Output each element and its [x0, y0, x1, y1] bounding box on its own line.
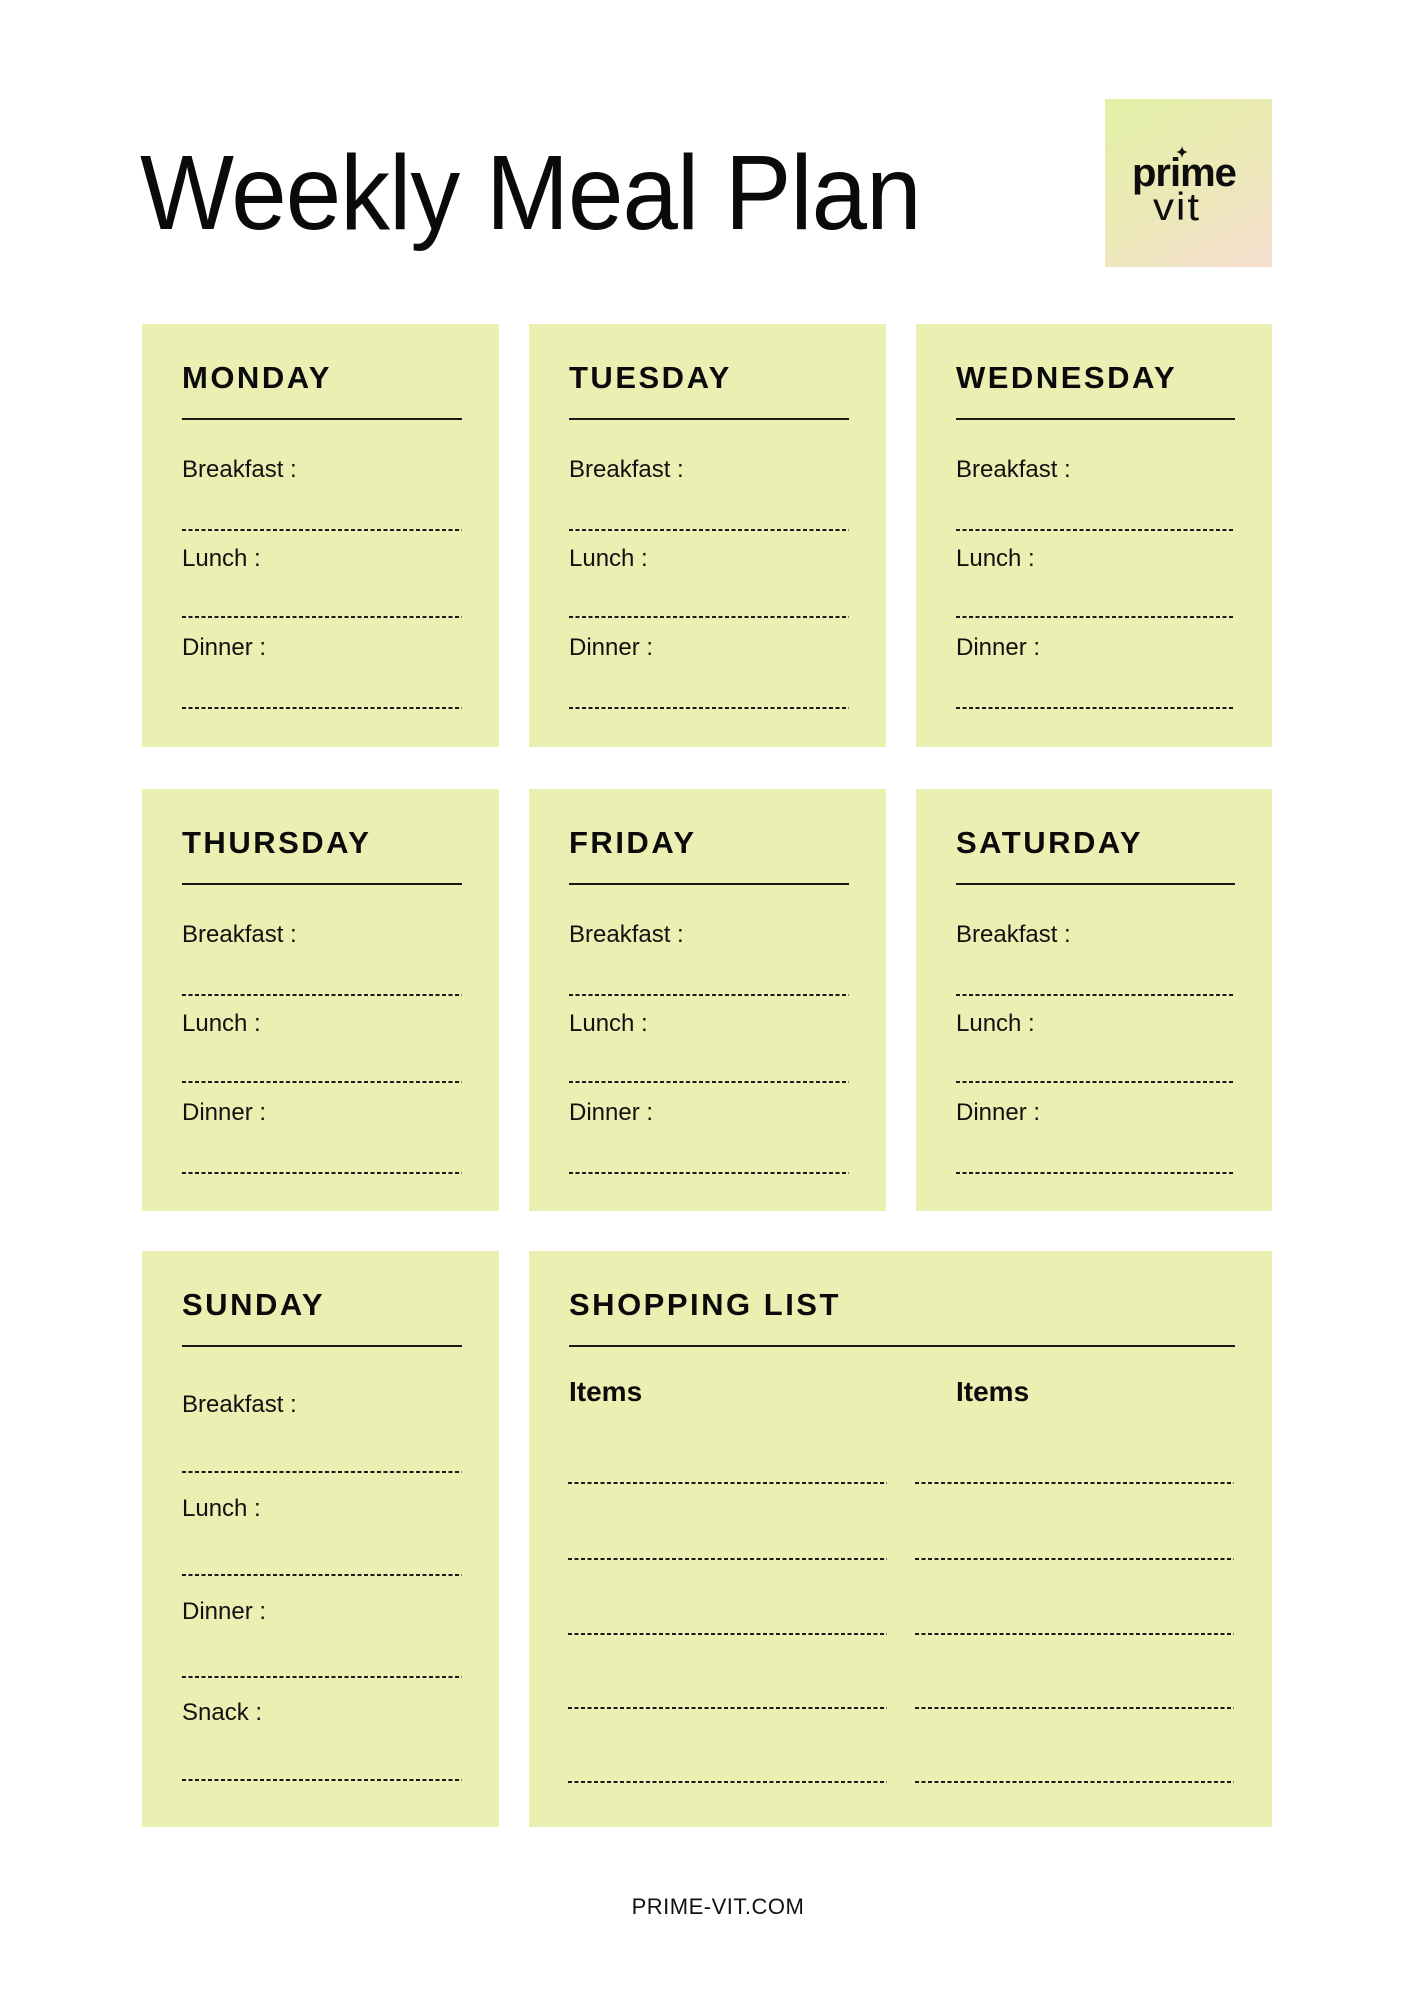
day-card-thursday: THURSDAY Breakfast : Lunch : Dinner : — [142, 789, 499, 1211]
lunch-entry-line[interactable] — [569, 616, 849, 618]
shopping-item-line[interactable] — [568, 1633, 887, 1635]
breakfast-entry-line[interactable] — [182, 1471, 462, 1473]
page-title: Weekly Meal Plan — [140, 134, 922, 252]
meal-label-breakfast: Breakfast : — [182, 1391, 297, 1418]
lunch-entry-line[interactable] — [182, 1081, 462, 1083]
shopping-item-line[interactable] — [915, 1633, 1234, 1635]
meal-label-lunch: Lunch : — [956, 1010, 1035, 1037]
day-card-friday: FRIDAY Breakfast : Lunch : Dinner : — [529, 789, 886, 1211]
meal-label-snack: Snack : — [182, 1699, 263, 1726]
meal-label-lunch: Lunch : — [569, 545, 648, 572]
header-divider — [182, 883, 462, 885]
lunch-entry-line[interactable] — [182, 616, 462, 618]
breakfast-entry-line[interactable] — [569, 994, 849, 996]
meal-label-lunch: Lunch : — [182, 1495, 261, 1522]
shopping-list-card: SHOPPING LIST Items Items — [529, 1251, 1272, 1827]
day-card-tuesday: TUESDAY Breakfast : Lunch : Dinner : — [529, 324, 886, 747]
dinner-entry-line[interactable] — [569, 1172, 849, 1174]
meal-label-breakfast: Breakfast : — [569, 456, 684, 483]
meal-label-dinner: Dinner : — [182, 634, 267, 661]
breakfast-entry-line[interactable] — [182, 994, 462, 996]
meal-label-breakfast: Breakfast : — [182, 921, 297, 948]
shopping-item-line[interactable] — [568, 1707, 887, 1709]
day-title: THURSDAY — [182, 825, 372, 860]
header-divider — [569, 1345, 1235, 1347]
meal-label-breakfast: Breakfast : — [569, 921, 684, 948]
breakfast-entry-line[interactable] — [956, 529, 1235, 531]
dinner-entry-line[interactable] — [956, 1172, 1235, 1174]
lunch-entry-line[interactable] — [182, 1574, 462, 1576]
meal-label-lunch: Lunch : — [182, 545, 261, 572]
shopping-item-line[interactable] — [915, 1781, 1234, 1783]
header-divider — [182, 1345, 462, 1347]
day-title: SATURDAY — [956, 825, 1144, 860]
day-title: TUESDAY — [569, 360, 732, 395]
breakfast-entry-line[interactable] — [182, 529, 462, 531]
brand-logo: prime vit — [1105, 99, 1272, 267]
day-card-sunday: SUNDAY Breakfast : Lunch : Dinner : Snac… — [142, 1251, 499, 1827]
dinner-entry-line[interactable] — [569, 707, 849, 709]
header-divider — [956, 883, 1235, 885]
meal-label-dinner: Dinner : — [182, 1099, 267, 1126]
snack-entry-line[interactable] — [182, 1779, 462, 1781]
shopping-item-line[interactable] — [915, 1707, 1234, 1709]
logo-wordmark-vit: vit — [1153, 185, 1201, 229]
dinner-entry-line[interactable] — [182, 1172, 462, 1174]
shopping-list-title: SHOPPING LIST — [569, 1287, 841, 1322]
shopping-item-line[interactable] — [915, 1558, 1234, 1560]
day-title: MONDAY — [182, 360, 332, 395]
header-divider — [956, 418, 1235, 420]
dinner-entry-line[interactable] — [956, 707, 1235, 709]
day-title: FRIDAY — [569, 825, 697, 860]
day-title: SUNDAY — [182, 1287, 326, 1322]
meal-label-dinner: Dinner : — [569, 634, 654, 661]
items-column-heading: Items — [569, 1376, 643, 1407]
day-title: WEDNESDAY — [956, 360, 1178, 395]
day-card-saturday: SATURDAY Breakfast : Lunch : Dinner : — [916, 789, 1272, 1211]
meal-label-lunch: Lunch : — [956, 545, 1035, 572]
lunch-entry-line[interactable] — [569, 1081, 849, 1083]
meal-label-dinner: Dinner : — [182, 1598, 267, 1625]
meal-label-dinner: Dinner : — [956, 1099, 1041, 1126]
header-divider — [569, 418, 849, 420]
meal-label-breakfast: Breakfast : — [956, 921, 1071, 948]
meal-label-dinner: Dinner : — [956, 634, 1041, 661]
day-card-monday: MONDAY Breakfast : Lunch : Dinner : — [142, 324, 499, 747]
meal-label-breakfast: Breakfast : — [956, 456, 1071, 483]
meal-label-lunch: Lunch : — [182, 1010, 261, 1037]
meal-label-breakfast: Breakfast : — [182, 456, 297, 483]
dinner-entry-line[interactable] — [182, 707, 462, 709]
day-card-wednesday: WEDNESDAY Breakfast : Lunch : Dinner : — [916, 324, 1272, 747]
lunch-entry-line[interactable] — [956, 1081, 1235, 1083]
items-column-heading: Items — [956, 1376, 1030, 1407]
shopping-item-line[interactable] — [568, 1558, 887, 1560]
shopping-item-line[interactable] — [568, 1781, 887, 1783]
header-divider — [569, 883, 849, 885]
shopping-item-line[interactable] — [568, 1482, 887, 1484]
shopping-item-line[interactable] — [915, 1482, 1234, 1484]
meal-label-dinner: Dinner : — [569, 1099, 654, 1126]
header-divider — [182, 418, 462, 420]
breakfast-entry-line[interactable] — [956, 994, 1235, 996]
breakfast-entry-line[interactable] — [569, 529, 849, 531]
meal-label-lunch: Lunch : — [569, 1010, 648, 1037]
dinner-entry-line[interactable] — [182, 1676, 462, 1678]
lunch-entry-line[interactable] — [956, 616, 1235, 618]
footer-website: PRIME-VIT.COM — [631, 1894, 805, 1919]
